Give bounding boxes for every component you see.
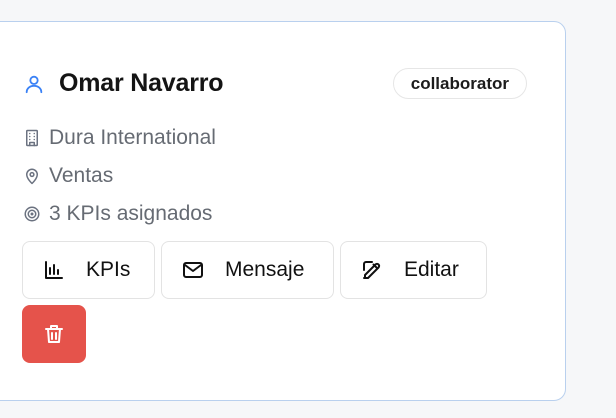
mail-icon xyxy=(181,258,205,282)
role-badge: collaborator xyxy=(392,68,527,99)
person-name: Omar Navarro xyxy=(59,69,224,97)
message-button[interactable]: Mensaje xyxy=(161,241,334,299)
user-icon xyxy=(23,73,45,95)
department-text: Ventas xyxy=(49,164,114,187)
company-row: Dura International xyxy=(23,125,216,151)
delete-button[interactable] xyxy=(22,305,86,363)
company-text: Dura International xyxy=(49,126,216,149)
message-button-label: Mensaje xyxy=(225,258,305,281)
bar-chart-icon xyxy=(42,258,66,282)
department-row: Ventas xyxy=(23,163,216,189)
kpis-button-label: KPIs xyxy=(86,258,131,281)
kpi-summary-row: 3 KPIs asignados xyxy=(23,201,216,227)
card-meta-list: Dura International Ventas 3 KPIs asignad… xyxy=(23,125,216,227)
edit-button[interactable]: Editar xyxy=(340,241,487,299)
kpis-button[interactable]: KPIs xyxy=(22,241,155,299)
edit-button-label: Editar xyxy=(404,258,459,281)
building-icon xyxy=(23,129,41,147)
trash-icon xyxy=(42,322,66,346)
collaborator-card: Omar Navarro collaborator Dura Internati… xyxy=(0,21,566,401)
card-actions: KPIs Mensaje Editar xyxy=(22,241,502,363)
kpi-summary-text: 3 KPIs asignados xyxy=(49,202,213,225)
edit-icon xyxy=(360,258,384,282)
card-title-wrap: Omar Navarro xyxy=(23,69,224,98)
target-icon xyxy=(23,205,41,223)
card-header: Omar Navarro collaborator xyxy=(23,68,527,99)
map-pin-icon xyxy=(23,167,41,185)
